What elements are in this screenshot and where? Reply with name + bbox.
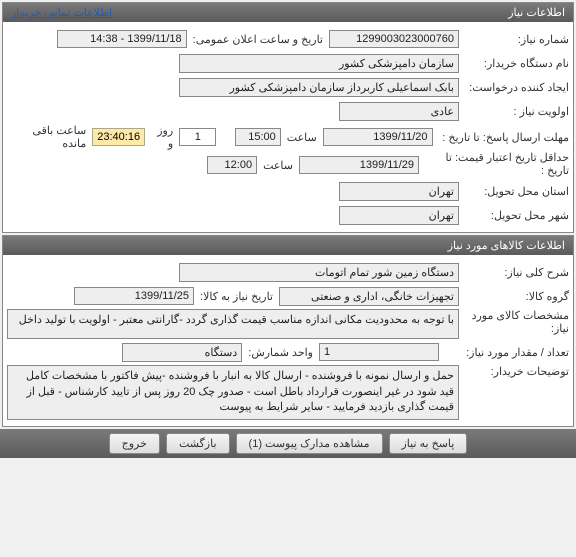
- min-valid-time-field: 12:00: [207, 156, 257, 174]
- public-date-field: 1399/11/18 - 14:38: [57, 30, 187, 48]
- view-docs-button[interactable]: مشاهده مدارک پیوست (1): [236, 433, 383, 454]
- panel-title-2: اطلاعات کالاهای مورد نیاز: [448, 239, 565, 252]
- panel-header-1: اطلاعات نیاز اطلاعات تماس خریدار: [3, 3, 573, 22]
- delivery-city-field: تهران: [339, 206, 459, 225]
- priority-field: عادی: [339, 102, 459, 121]
- delivery-province-field: تهران: [339, 182, 459, 201]
- unit-field: دستگاه: [122, 343, 242, 362]
- unit-label: واحد شمارش:: [242, 346, 319, 359]
- delivery-province-label: استان محل تحویل:: [459, 185, 569, 198]
- exit-button[interactable]: خروج: [109, 433, 160, 454]
- deadline-label: مهلت ارسال پاسخ: تا تاریخ :: [433, 131, 569, 144]
- days-label: روز و: [145, 124, 179, 150]
- org-label: نام دستگاه خریدار:: [459, 57, 569, 70]
- deadline-time-field: 15:00: [235, 128, 281, 146]
- remaining-time: 23:40:16: [92, 128, 145, 146]
- remaining-label: ساعت باقی مانده: [7, 124, 92, 150]
- requester-field: بابک اسماعیلی کاربرداز سازمان دامپزشکی ک…: [179, 78, 459, 97]
- group-field: تجهیزات خانگی، اداری و صنعتی: [279, 287, 459, 306]
- back-button[interactable]: بازگشت: [166, 433, 230, 454]
- request-info-panel: اطلاعات نیاز اطلاعات تماس خریدار شماره ن…: [2, 2, 574, 233]
- need-to-label: تاریخ نیاز به کالا:: [194, 290, 279, 303]
- priority-label: اولویت نیاز :: [459, 105, 569, 118]
- general-desc-label: شرح کلی نیاز:: [459, 266, 569, 279]
- deadline-date-field: 1399/11/20: [323, 128, 433, 146]
- need-to-field: 1399/11/25: [74, 287, 194, 305]
- min-valid-date-field: 1399/11/29: [299, 156, 419, 174]
- days-field: 1: [179, 128, 216, 146]
- panel-header-2: اطلاعات کالاهای مورد نیاز: [3, 236, 573, 255]
- delivery-city-label: شهر محل تحویل:: [459, 209, 569, 222]
- goods-info-panel: اطلاعات کالاهای مورد نیاز شرح کلی نیاز: …: [2, 235, 574, 426]
- time-label-1: ساعت: [281, 131, 323, 144]
- buyer-notes-field: حمل و ارسال نمونه با فروشنده - ارسال کال…: [7, 365, 459, 419]
- specs-field: با توجه به محدودیت مکانی اندازه مناسب قی…: [7, 309, 459, 339]
- time-label-2: ساعت: [257, 159, 299, 172]
- footer-bar: پاسخ به نیاز مشاهده مدارک پیوست (1) بازگ…: [0, 429, 576, 458]
- general-desc-field: دستگاه زمین شور تمام اتومات: [179, 263, 459, 282]
- reply-button[interactable]: پاسخ به نیاز: [389, 433, 468, 454]
- public-date-label: تاریخ و ساعت اعلان عمومی:: [187, 33, 329, 46]
- org-field: سازمان دامپزشکی کشور: [179, 54, 459, 73]
- min-valid-label: حداقل تاریخ اعتبار قیمت: تا تاریخ :: [419, 152, 569, 178]
- panel-title-1: اطلاعات نیاز: [508, 6, 565, 19]
- buyer-notes-label: توضیحات خریدار:: [459, 365, 569, 378]
- qty-field: 1: [319, 343, 439, 361]
- specs-label: مشخصات کالای مورد نیاز:: [459, 309, 569, 335]
- request-no-label: شماره نیاز:: [459, 33, 569, 46]
- group-label: گروه کالا:: [459, 290, 569, 303]
- qty-label: تعداد / مقدار مورد نیاز:: [439, 346, 569, 359]
- buyer-contact-link[interactable]: اطلاعات تماس خریدار: [11, 6, 112, 19]
- requester-label: ایجاد کننده درخواست:: [459, 81, 569, 94]
- request-no-field: 1299003023000760: [329, 30, 459, 48]
